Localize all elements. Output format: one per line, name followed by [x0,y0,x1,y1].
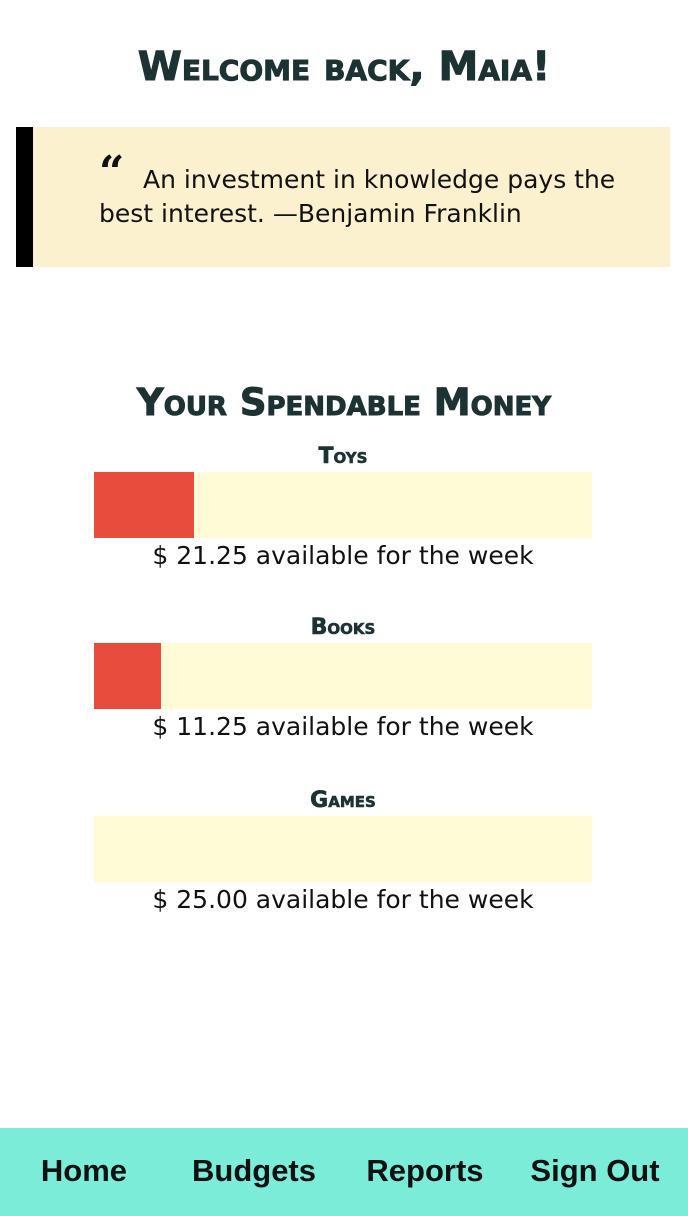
nav-reports-link[interactable]: Reports [352,1128,498,1216]
welcome-heading: Welcome back, Maia! [137,44,551,91]
budget-name: Toys [318,444,368,470]
bottom-nav: Home Budgets Reports Sign Out [0,1128,688,1216]
budget-bar-fill [94,643,161,709]
nav-sign-out-link[interactable]: Sign Out [520,1128,670,1216]
nav-home-link[interactable]: Home [20,1128,148,1216]
spendable-money-title: Your Spendable Money [136,380,552,424]
budget-toys: Toys $ 21.25 available for the week [94,444,592,573]
budget-bar-fill [94,472,194,538]
budget-books: Books $ 11.25 available for the week [94,615,592,744]
budget-bar-track [94,816,592,882]
budget-bar-track [94,643,592,709]
budget-amount: $ 21.25 available for the week [152,541,534,570]
quote-text: An investment in knowledge pays the best… [99,165,616,228]
budget-games: Games $ 25.00 available for the week [94,788,592,917]
budget-amount: $ 25.00 available for the week [152,885,534,914]
nav-budgets-link[interactable]: Budgets [178,1128,330,1216]
budget-name: Games [310,788,376,814]
quote-box: “ An investment in knowledge pays the be… [16,127,670,267]
budget-amount: $ 11.25 available for the week [152,712,534,741]
budget-bar-track [94,472,592,538]
budget-name: Books [310,615,376,641]
